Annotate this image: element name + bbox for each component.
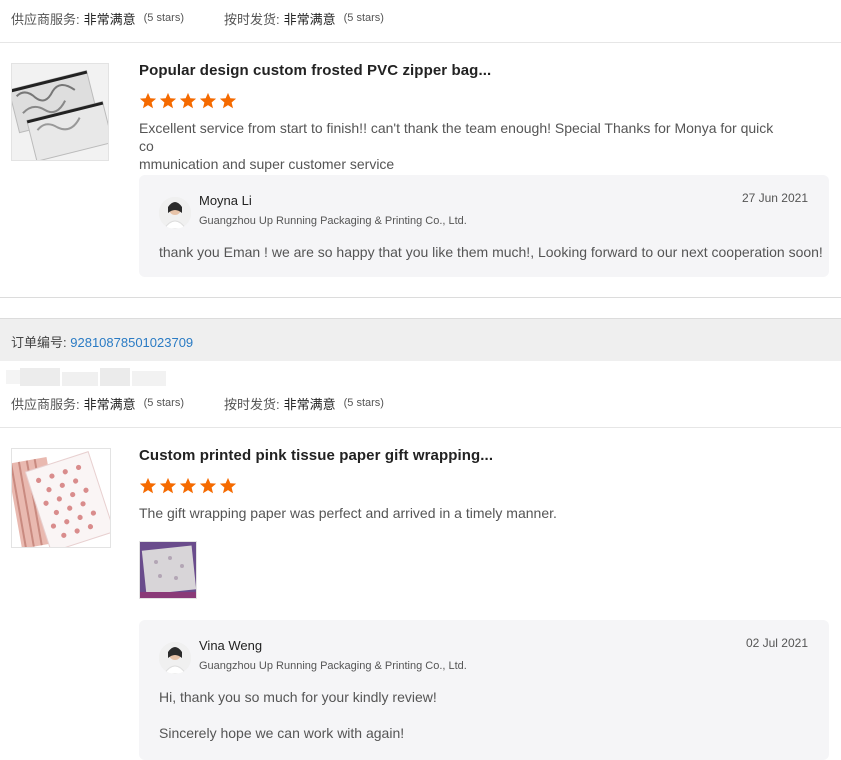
review-line: The gift wrapping paper was perfect and … xyxy=(139,505,557,521)
star-icon xyxy=(199,477,217,494)
divider xyxy=(0,297,841,298)
review-line: mmunication and super customer service xyxy=(139,156,395,172)
star-icon xyxy=(139,92,157,109)
replier-name: Vina Weng xyxy=(199,638,263,653)
review-text: Excellent service from start to finish!!… xyxy=(139,119,789,173)
supplier-service-label: 供应商服务: xyxy=(11,396,80,412)
order-number-link[interactable]: 92810878501023709 xyxy=(70,335,193,350)
star-icon xyxy=(139,477,157,494)
product-title-link[interactable]: Popular design custom frosted PVC zipper… xyxy=(139,62,491,79)
supplier-service-label: 供应商服务: xyxy=(11,11,80,27)
star-icon xyxy=(179,477,197,494)
divider xyxy=(0,42,841,43)
reply-date: 02 Jul 2021 xyxy=(745,636,808,650)
zipper-bag-image xyxy=(12,64,108,160)
star-icon xyxy=(199,92,217,109)
rating-stars xyxy=(139,92,237,110)
divider xyxy=(0,427,841,428)
avatar xyxy=(159,642,191,674)
replier-company: Guangzhou Up Running Packaging & Printin… xyxy=(199,660,467,672)
star-icon xyxy=(179,92,197,109)
reply-message: thank you Eman ! we are so happy that yo… xyxy=(159,244,823,260)
star-icon xyxy=(159,92,177,109)
ratings-row: 供应商服务: 非常满意 (5 stars) 按时发货: 非常满意 (5 star… xyxy=(11,393,384,413)
tissue-paper-image xyxy=(12,449,110,547)
order-number-label: 订单编号: xyxy=(11,335,67,350)
product-title-link[interactable]: Custom printed pink tissue paper gift wr… xyxy=(139,447,493,464)
star-icon xyxy=(219,477,237,494)
supplier-service-stars: (5 stars) xyxy=(143,12,184,24)
blurred-buyer-name xyxy=(6,368,166,386)
supplier-reply: Moyna Li Guangzhou Up Running Packaging … xyxy=(139,175,829,277)
ontime-stars: (5 stars) xyxy=(343,12,384,24)
review-photo-image xyxy=(140,542,196,598)
reply-message: Hi, thank you so much for your kindly re… xyxy=(159,689,437,705)
supplier-reply: Vina Weng Guangzhou Up Running Packaging… xyxy=(139,620,829,760)
ontime-stars: (5 stars) xyxy=(343,397,384,409)
ontime-value: 非常满意 xyxy=(283,11,336,27)
ratings-row: 供应商服务: 非常满意 (5 stars) 按时发货: 非常满意 (5 star… xyxy=(11,8,384,28)
reply-message: Sincerely hope we can work with again! xyxy=(159,725,405,741)
review-text: The gift wrapping paper was perfect and … xyxy=(139,504,789,522)
supplier-service-value: 非常满意 xyxy=(83,11,136,27)
product-thumbnail[interactable] xyxy=(11,448,111,548)
reply-date: 27 Jun 2021 xyxy=(741,191,808,205)
product-thumbnail[interactable] xyxy=(11,63,109,161)
ontime-label: 按时发货: xyxy=(223,396,280,412)
replier-name: Moyna Li xyxy=(199,193,252,208)
star-icon xyxy=(219,92,237,109)
order-bar: 订单编号: 92810878501023709 xyxy=(0,318,841,361)
supplier-service-stars: (5 stars) xyxy=(143,397,184,409)
review-photo-thumbnail[interactable] xyxy=(139,541,197,599)
avatar xyxy=(159,197,191,229)
ontime-label: 按时发货: xyxy=(223,11,280,27)
review-line: Excellent service from start to finish!!… xyxy=(139,120,774,154)
replier-company: Guangzhou Up Running Packaging & Printin… xyxy=(199,215,467,227)
star-icon xyxy=(159,477,177,494)
ontime-value: 非常满意 xyxy=(283,396,336,412)
supplier-service-value: 非常满意 xyxy=(83,396,136,412)
rating-stars xyxy=(139,477,237,495)
